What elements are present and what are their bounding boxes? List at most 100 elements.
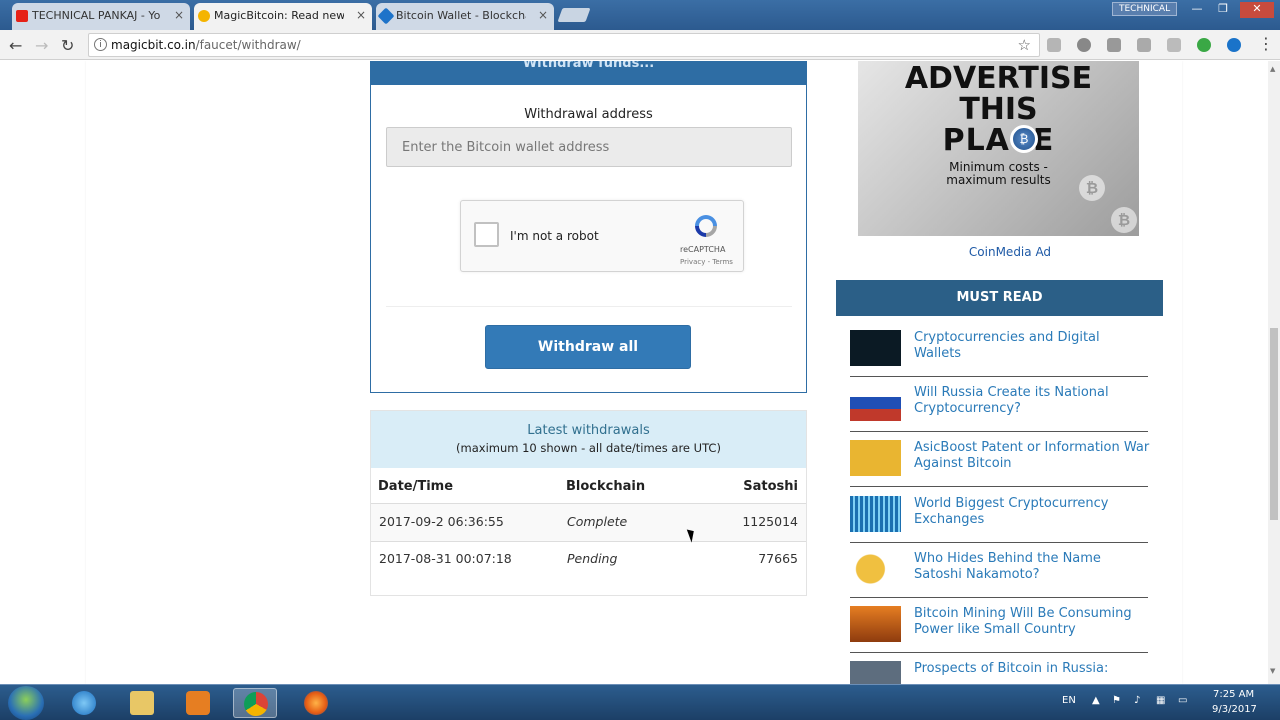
start-button[interactable] [8,686,44,720]
address-label: Withdrawal address [524,107,653,122]
browser-toolbar: ← → ↻ i magicbit.co.in/faucet/withdraw/ … [0,30,1280,60]
news-link[interactable]: Will Russia Create its National Cryptocu… [914,385,1150,417]
file-explorer-icon[interactable] [120,688,164,718]
tab-title: MagicBitcoin: Read news [214,9,344,22]
power-icon[interactable] [1197,38,1211,52]
scroll-down-icon[interactable]: ▼ [1270,667,1275,675]
chrome-taskbar-icon[interactable] [233,688,277,718]
recaptcha-logo-icon [695,215,717,237]
power-status-icon[interactable]: ▭ [1178,695,1187,706]
address-bar[interactable]: i magicbit.co.in/faucet/withdraw/ ☆ [88,33,1040,57]
profile-icon[interactable] [1227,38,1241,52]
action-center-flag-icon[interactable]: ⚑ [1112,695,1121,706]
captcha-label: I'm not a robot [510,229,599,243]
news-link[interactable]: Who Hides Behind the Name Satoshi Nakamo… [914,551,1150,583]
row-satoshi: 77665 [758,551,798,566]
wallet-address-input[interactable] [386,127,792,167]
ad-tagline: Minimum costs - [949,160,1048,174]
url-host: magicbit.co.in [111,38,196,52]
row-satoshi: 1125014 [742,514,798,529]
news-thumbnail[interactable] [850,551,901,587]
scroll-up-icon[interactable]: ▲ [1270,65,1275,73]
profile-badge[interactable]: TECHNICAL [1112,2,1178,16]
captcha-checkbox[interactable] [474,222,499,247]
row-status: Pending [567,551,618,566]
back-icon[interactable]: ← [9,36,22,55]
captcha-terms-link[interactable]: Privacy - Terms [680,258,733,266]
menu-icon[interactable]: ⋮ [1258,34,1274,53]
row-status: Complete [567,514,628,529]
column-header-blockchain: Blockchain [566,479,646,494]
forward-icon[interactable]: → [35,36,48,55]
must-read-header: MUST READ [836,280,1163,316]
withdraw-card: Withdraw funds... Withdrawal address I'm… [370,61,807,393]
info-icon[interactable]: i [94,38,107,51]
close-icon[interactable]: × [538,8,548,22]
internet-explorer-icon[interactable] [62,688,106,718]
news-thumbnail[interactable] [850,385,901,421]
reload-icon[interactable]: ↻ [61,36,74,55]
chrome-page-icon [198,10,210,22]
youtube-icon [16,10,28,22]
news-thumbnail[interactable] [850,606,901,642]
news-item[interactable]: Prospects of Bitcoin in Russia: [850,653,1148,684]
withdraw-all-button[interactable]: Withdraw all [485,325,691,369]
row-date: 2017-08-31 00:07:18 [379,551,512,566]
advertise-banner[interactable]: ADVERTISE THIS PLACE ₿ Minimum costs - m… [858,61,1139,236]
ad-line: PLACE [942,123,1055,158]
clock-date[interactable]: 9/3/2017 [1212,704,1257,715]
page-scrollbar[interactable]: ▲ ▼ [1268,61,1280,684]
extension-icon[interactable] [1047,38,1061,52]
news-item[interactable]: Who Hides Behind the Name Satoshi Nakamo… [850,543,1148,598]
show-hidden-icons-icon[interactable]: ▲ [1092,695,1100,706]
bitcoin-icon: ₿ [1079,175,1105,201]
new-tab-button[interactable] [557,8,591,22]
news-item[interactable]: Will Russia Create its National Cryptocu… [850,377,1148,432]
news-item[interactable]: AsicBoost Patent or Information War Agai… [850,432,1150,487]
news-link[interactable]: Cryptocurrencies and Digital Wallets [914,330,1150,362]
close-window-icon[interactable]: ✕ [1240,2,1274,18]
news-link[interactable]: AsicBoost Patent or Information War Agai… [914,440,1150,472]
close-icon[interactable]: × [356,8,366,22]
news-item[interactable]: World Biggest Cryptocurrency Exchanges [850,488,1148,543]
restore-icon[interactable]: ❐ [1210,2,1236,18]
news-thumbnail[interactable] [850,330,901,366]
news-link[interactable]: World Biggest Cryptocurrency Exchanges [914,496,1150,528]
news-thumbnail[interactable] [850,440,901,476]
ad-line: THIS [959,92,1038,127]
network-icon[interactable]: ▦ [1156,695,1165,706]
tab-bitcoin-wallet[interactable]: Bitcoin Wallet - Blockcha × [376,3,554,30]
firefox-icon[interactable] [294,688,338,718]
url-path: /faucet/withdraw/ [195,38,301,52]
language-indicator[interactable]: EN [1062,695,1076,706]
withdraw-header: Withdraw funds... [371,61,806,85]
extension-icon[interactable] [1137,38,1151,52]
tab-title: Bitcoin Wallet - Blockcha [396,9,526,22]
bookmark-star-icon[interactable]: ☆ [1018,36,1031,54]
extension-icon[interactable] [1167,38,1181,52]
extension-icon[interactable] [1077,38,1091,52]
tab-technical-pankaj[interactable]: TECHNICAL PANKAJ - Yo × [12,3,190,30]
table-row: 2017-09-2 06:36:55 Complete 1125014 [371,504,806,541]
news-item[interactable]: Cryptocurrencies and Digital Wallets [850,322,1148,377]
tab-magicbitcoin[interactable]: MagicBitcoin: Read news × [194,3,372,30]
minimize-icon[interactable]: — [1184,2,1210,18]
browser-titlebar: TECHNICAL PANKAJ - Yo × MagicBitcoin: Re… [0,0,1280,30]
news-link[interactable]: Prospects of Bitcoin in Russia: [914,661,1150,677]
news-thumbnail[interactable] [850,661,901,684]
news-item[interactable]: Bitcoin Mining Will Be Consuming Power l… [850,598,1148,653]
latest-title: Latest withdrawals [527,423,650,438]
news-link[interactable]: Bitcoin Mining Will Be Consuming Power l… [914,606,1150,638]
blockchain-icon [377,7,395,25]
close-icon[interactable]: × [174,8,184,22]
ad-line: ADVERTISE [904,61,1093,96]
camera-icon[interactable] [1107,38,1121,52]
news-thumbnail[interactable] [850,496,901,532]
scroll-thumb[interactable] [1270,328,1278,520]
clock-time[interactable]: 7:25 AM [1213,689,1254,700]
column-header-satoshi: Satoshi [743,479,798,494]
latest-withdrawals-panel: Latest withdrawals (maximum 10 shown - a… [370,410,807,596]
ad-caption-link[interactable]: CoinMedia Ad [860,245,1160,259]
volume-icon[interactable]: ♪ [1134,695,1140,706]
media-player-icon[interactable] [176,688,220,718]
